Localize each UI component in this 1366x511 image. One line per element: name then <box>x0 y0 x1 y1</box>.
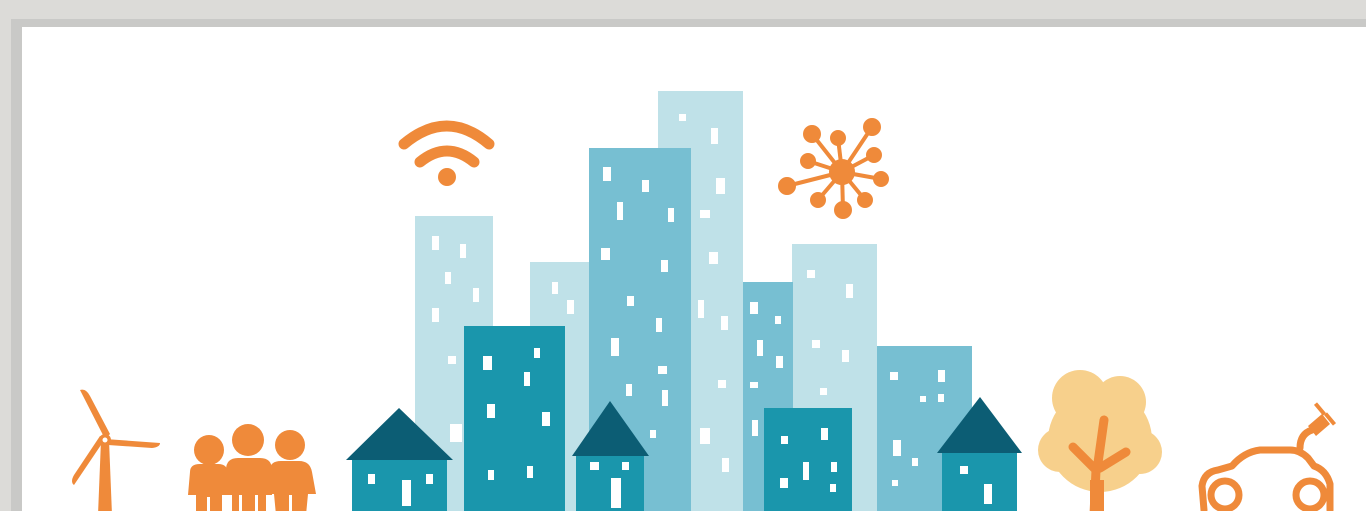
wifi-icon <box>398 120 495 186</box>
tree-icon <box>1038 370 1162 511</box>
network-node-icon <box>778 118 889 219</box>
building-dark-2 <box>764 408 852 511</box>
electric-car-icon <box>1198 402 1337 511</box>
smart-city-illustration <box>72 91 1337 511</box>
people-group-icon <box>188 424 316 511</box>
wind-turbine-icon <box>72 389 160 511</box>
